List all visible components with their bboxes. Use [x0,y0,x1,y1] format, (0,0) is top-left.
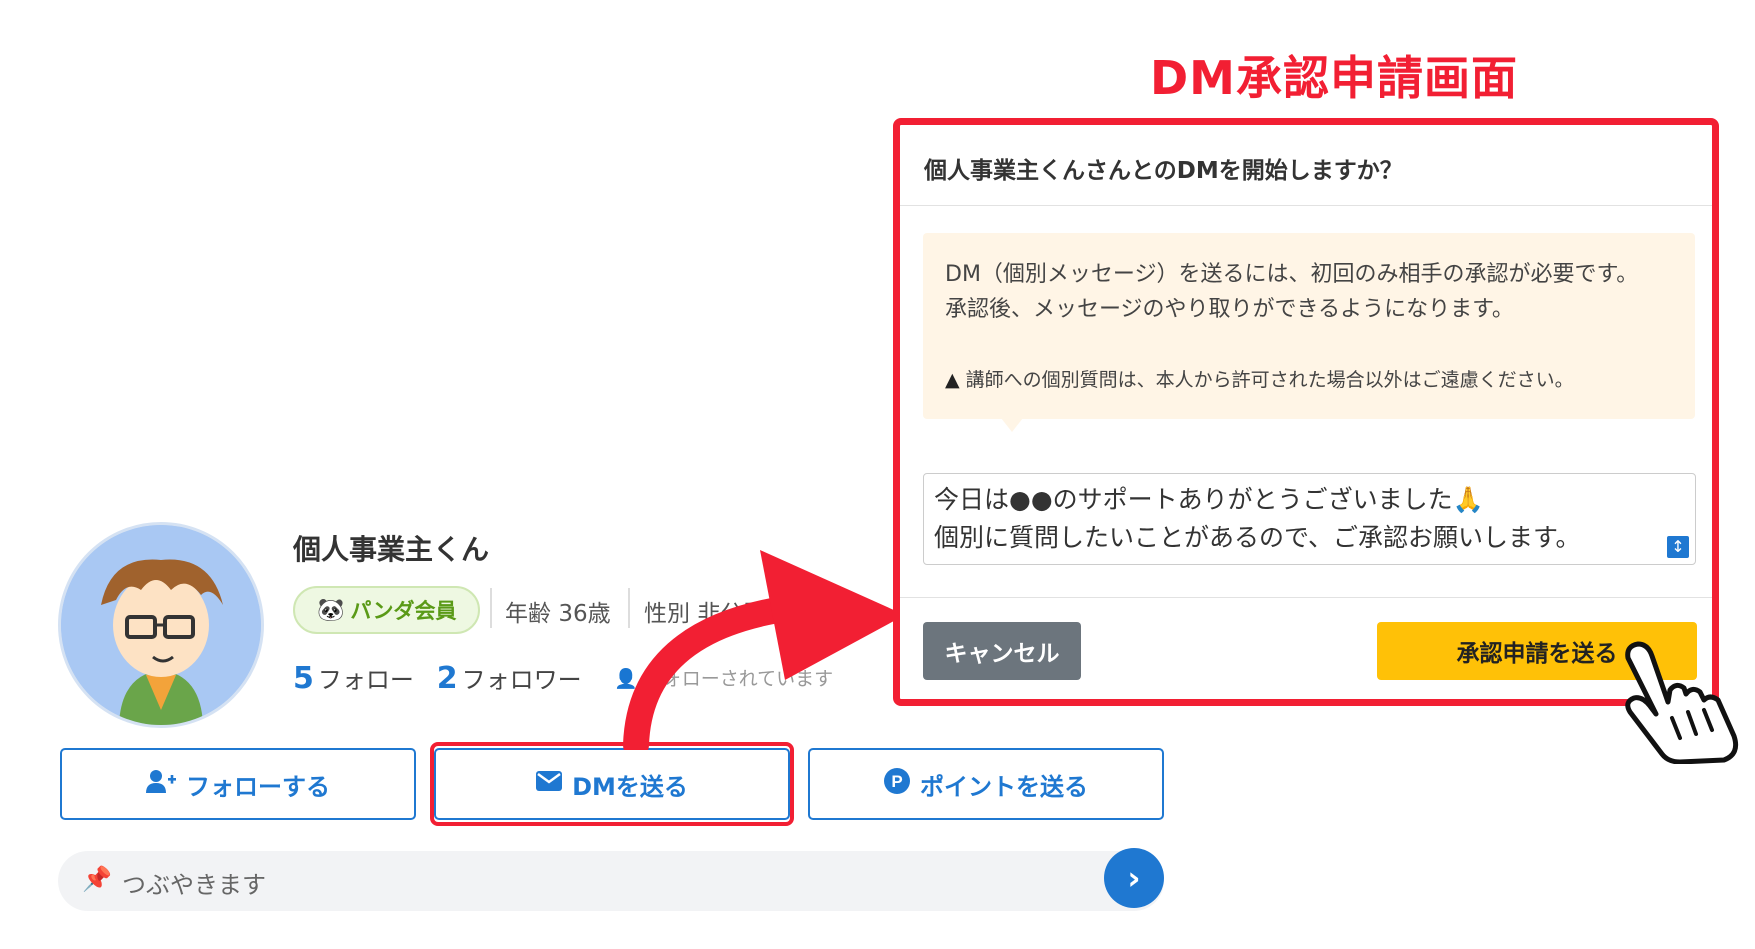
avatar [58,522,264,728]
member-badge: 🐼 パンダ会員 [293,586,481,634]
warning-text: ▲ 講師への個別質問は、本人から許可された場合以外はご遠慮ください。 [945,365,1574,392]
dm-request-dialog: 個人事業主くんさんとのDMを開始しますか？ DM（個別メッセージ）を送るには、初… [893,118,1719,706]
warning-triangle-icon: ▲ [945,369,960,391]
point-p-icon: P [884,768,910,800]
tweet-placeholder: つぶやきます [122,871,266,899]
member-badge-label: パンダ会員 [350,599,457,623]
warning-text-body: 講師への個別質問は、本人から許可された場合以外はご遠慮ください。 [965,369,1574,391]
notice-tail [1001,418,1023,432]
notice-line-2: 承認後、メッセージのやり取りができるようになります。 [945,297,1514,322]
age: 年齢 36歳 [505,594,611,628]
annotation-arrow [623,550,905,750]
dialog-title: 個人事業主くんさんとのDMを開始しますか？ [924,158,1403,184]
cancel-button[interactable]: キャンセル [923,622,1081,680]
message-line-2: 個別に質問したいことがあるので、ご承認お願いします。 [934,523,1581,552]
age-label: 年齢 [505,601,551,627]
send-tweet-button[interactable]: › [1104,848,1164,908]
send-points-label: ポイントを送る [920,772,1088,801]
divider [490,588,492,628]
follow-count[interactable]: 5 [293,661,314,696]
pointer-hand-icon [1625,641,1739,764]
message-textarea[interactable]: 今日は●●のサポートありがとうございました🙏 個別に質問したいことがあるので、ご… [923,473,1696,565]
follow-button[interactable]: フォローする [60,748,416,820]
avatar-illustration [61,525,261,725]
annotation-title: DM承認申請画面 [1150,51,1518,105]
follow-button-label: フォローする [186,772,330,801]
dialog-footer-divider [900,597,1712,598]
notice-box: DM（個別メッセージ）を送るには、初回のみ相手の承認が必要です。 承認後、メッセ… [923,233,1695,419]
dm-button-highlight [430,742,794,826]
follower-count[interactable]: 2 [437,661,458,696]
message-line-1: 今日は●●のサポートありがとうございました🙏 [934,485,1484,514]
send-points-button[interactable]: P ポイントを送る [808,748,1164,820]
tweet-input[interactable]: 📌 つぶやきます › [58,848,1164,911]
user-plus-icon [146,769,176,799]
resize-handle-icon[interactable]: ↕ [1667,536,1689,558]
notice-line-1: DM（個別メッセージ）を送るには、初回のみ相手の承認が必要です。 [945,262,1639,287]
notice-text: DM（個別メッセージ）を送るには、初回のみ相手の承認が必要です。 承認後、メッセ… [945,257,1665,327]
svg-text:P: P [891,772,902,791]
chevron-right-icon: › [1127,859,1141,897]
follower-label[interactable]: フォロワー [462,666,582,694]
follow-stats: 5 フォロー 2 フォロワー [293,660,582,696]
dialog-header: 個人事業主くんさんとのDMを開始しますか？ [900,125,1712,206]
panda-icon: 🐼 [317,597,345,623]
follow-label[interactable]: フォロー [318,666,414,694]
profile-name: 個人事業主くん [293,533,490,566]
pin-icon: 📌 [82,865,112,893]
